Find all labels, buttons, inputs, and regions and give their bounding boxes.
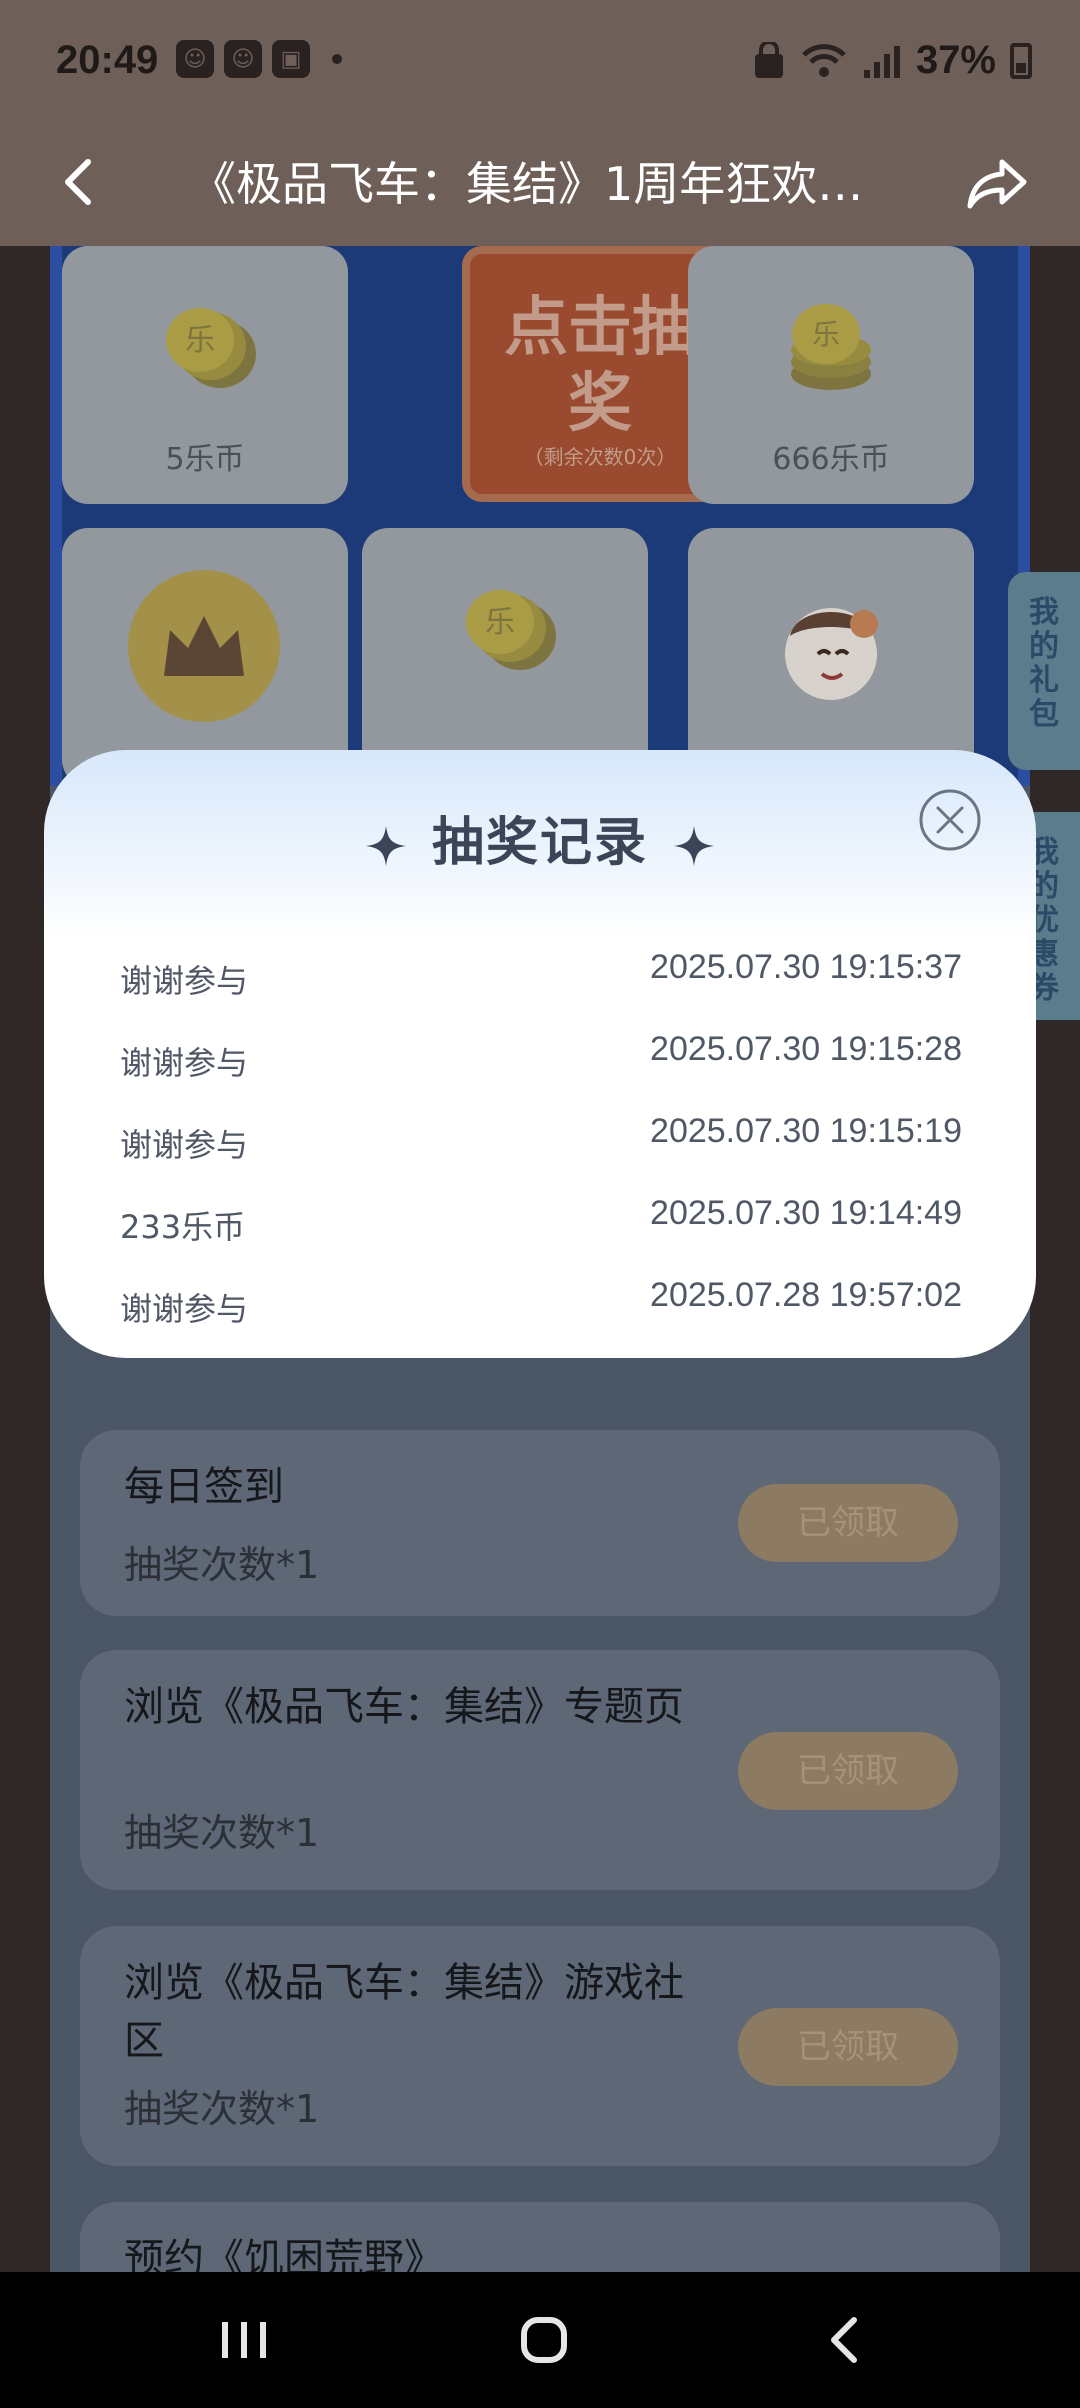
mascot-thanks-icon xyxy=(785,608,878,700)
claimed-button[interactable]: 已领取 xyxy=(738,1484,958,1562)
prize-label: 666乐币 xyxy=(772,442,890,477)
back-arrow-icon[interactable] xyxy=(52,152,112,212)
signal-icon xyxy=(863,45,900,78)
share-icon[interactable] xyxy=(962,148,1032,218)
record-time: 2025.07.30 19:15:37 xyxy=(650,948,962,986)
recent-apps-icon[interactable] xyxy=(204,2308,284,2372)
record-time: 2025.07.30 19:15:28 xyxy=(650,1030,962,1068)
system-navigation-bar xyxy=(0,2272,1080,2408)
record-prize: 233乐币 xyxy=(120,1208,246,1246)
task-reward: 抽奖次数*1 xyxy=(124,1543,320,1587)
record-time: 2025.07.28 19:57:02 xyxy=(650,1276,962,1314)
app-notification-icon: ☺ xyxy=(176,40,214,78)
record-row: 谢谢参与 2025.07.28 19:57:02 xyxy=(120,1276,962,1336)
wifi-icon xyxy=(802,43,846,77)
modal-title: 抽奖记录 xyxy=(44,800,1036,875)
sparkle-icon xyxy=(674,826,714,866)
lottery-record-modal: 抽奖记录 谢谢参与 2025.07.30 19:15:37 谢谢参与 2025.… xyxy=(44,750,1036,1358)
task-card: 浏览《极品飞车：集结》游戏社区 抽奖次数*1 已领取 xyxy=(80,1926,1000,2166)
record-prize: 谢谢参与 xyxy=(120,1126,249,1164)
record-row: 233乐币 2025.07.30 19:14:49 xyxy=(120,1194,962,1254)
task-card: 浏览《极品飞车：集结》专题页 抽奖次数*1 已领取 xyxy=(80,1650,1000,1890)
coin-icon: 乐 xyxy=(466,590,556,670)
task-reward: 抽奖次数*1 xyxy=(124,1811,320,1855)
task-name: 浏览《极品飞车：集结》游戏社区 xyxy=(124,1960,684,2064)
task-name: 每日签到 xyxy=(124,1464,284,1510)
app-bar: 《极品飞车：集结》1周年狂欢，... xyxy=(0,124,1080,246)
claimed-button[interactable]: 已领取 xyxy=(738,1732,958,1810)
prize-cell: 乐 5乐币 xyxy=(62,246,348,504)
modal-title-text: 抽奖记录 xyxy=(431,813,648,873)
prize-cell: 乐 xyxy=(362,528,648,786)
status-bar: 20:49 ☺ ☺ ▣ 37% xyxy=(0,0,1080,124)
crown-badge-icon xyxy=(128,570,280,722)
record-prize: 谢谢参与 xyxy=(120,1044,249,1082)
record-time: 2025.07.30 19:14:49 xyxy=(650,1194,962,1232)
claimed-button[interactable]: 已领取 xyxy=(738,2008,958,2086)
record-time: 2025.07.30 19:15:19 xyxy=(650,1112,962,1150)
battery-icon xyxy=(1010,42,1032,79)
coin-icon: 乐 xyxy=(166,308,256,388)
prize-cell xyxy=(62,528,348,786)
svg-text:乐: 乐 xyxy=(812,318,840,351)
alarm-lock-icon xyxy=(754,41,783,78)
more-notifications-dot-icon xyxy=(332,54,342,64)
svg-text:乐: 乐 xyxy=(185,323,215,358)
lottery-grid: 乐 5乐币 点击抽奖 （剩余次数0次） 乐 666乐币 乐 xyxy=(50,246,1030,786)
status-time: 20:49 xyxy=(56,38,159,82)
battery-percentage: 37% xyxy=(915,38,996,82)
app-notification-icon: ☺ xyxy=(224,40,262,78)
record-prize: 谢谢参与 xyxy=(120,962,249,1000)
record-row: 谢谢参与 2025.07.30 19:15:19 xyxy=(120,1112,962,1172)
page-title: 《极品飞车：集结》1周年狂欢，... xyxy=(190,157,890,211)
my-gifts-tab[interactable]: 我的礼包 xyxy=(1008,572,1080,770)
record-prize: 谢谢参与 xyxy=(120,1290,249,1328)
back-icon[interactable] xyxy=(806,2308,886,2372)
record-row: 谢谢参与 2025.07.30 19:15:28 xyxy=(120,1030,962,1090)
notification-icons: ☺ ☺ ▣ xyxy=(176,40,342,78)
coin-stack-icon: 乐 xyxy=(791,304,871,390)
close-icon[interactable] xyxy=(918,788,982,852)
task-reward: 抽奖次数*1 xyxy=(124,2087,320,2131)
prize-cell xyxy=(688,528,974,786)
home-icon[interactable] xyxy=(504,2308,584,2372)
prize-label: 5乐币 xyxy=(165,442,245,477)
prize-cell: 乐 666乐币 xyxy=(688,246,974,504)
shopping-bag-icon: ▣ xyxy=(272,40,310,78)
sparkle-icon xyxy=(365,826,406,866)
system-icons: 37% xyxy=(752,38,1032,83)
record-row: 谢谢参与 2025.07.30 19:15:37 xyxy=(120,948,962,1008)
draw-button-label: 点击抽奖 xyxy=(504,291,696,441)
svg-text:乐: 乐 xyxy=(485,605,515,640)
task-name: 浏览《极品飞车：集结》专题页 xyxy=(124,1684,684,1730)
task-card: 每日签到 抽奖次数*1 已领取 xyxy=(80,1430,1000,1616)
